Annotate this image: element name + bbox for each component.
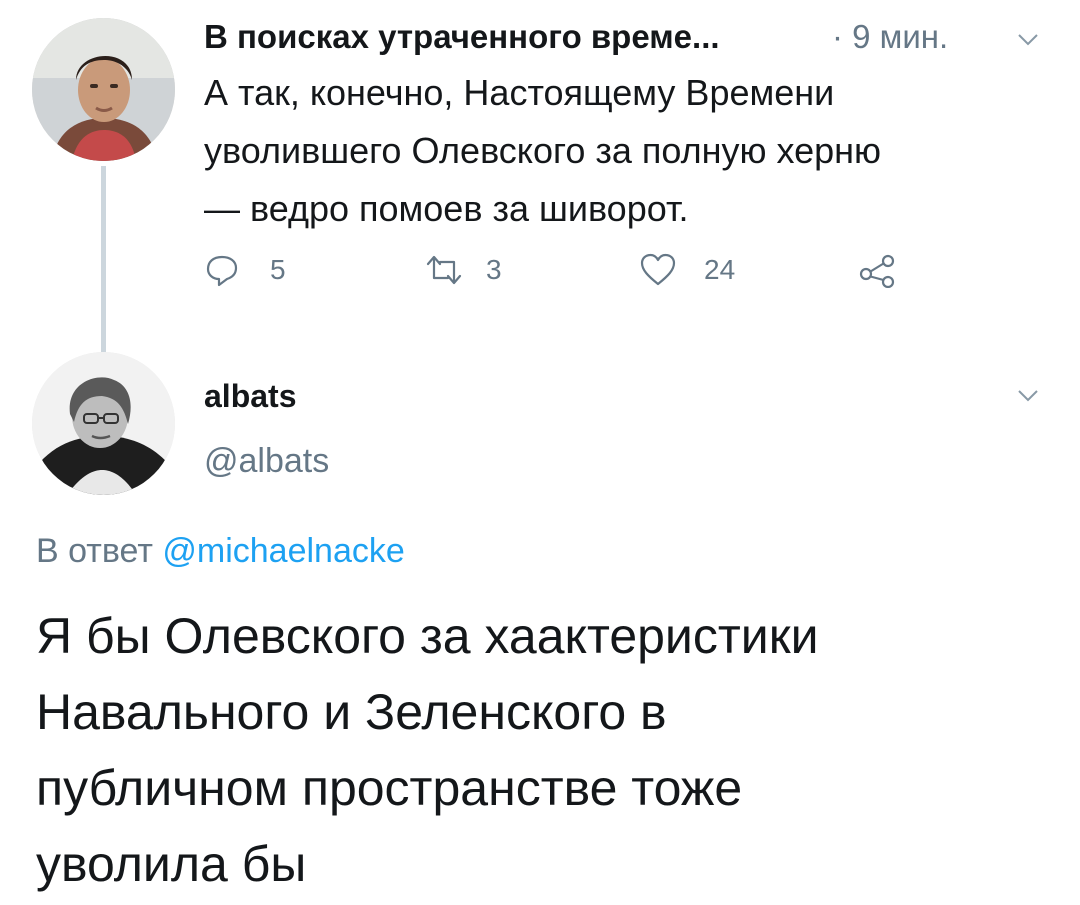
parent-tweet-line: А так, конечно, Настоящему Времени xyxy=(204,72,835,113)
parent-tweet-header: В поисках утраченного време... · 9 мин. xyxy=(204,15,1054,65)
reply-count: 5 xyxy=(270,254,286,285)
parent-tweet-actions: 5 3 24 xyxy=(204,252,924,292)
main-tweet-menu-chevron-icon[interactable] xyxy=(1018,390,1038,402)
main-tweet-line: публичном пространстве тоже xyxy=(36,760,743,816)
main-author-name[interactable]: albats xyxy=(204,378,296,415)
main-tweet-line: уволила бы xyxy=(36,836,307,892)
author-avatar-main[interactable] xyxy=(32,352,175,495)
main-author-handle[interactable]: @albats xyxy=(204,442,329,481)
avatar-photo-woman xyxy=(32,352,175,495)
author-avatar-parent[interactable] xyxy=(32,18,175,161)
parent-tweet-menu-chevron-icon[interactable] xyxy=(1018,34,1038,46)
like-heart-icon[interactable] xyxy=(638,252,678,288)
reply-to-handle-link[interactable]: @michaelnacke xyxy=(162,532,404,570)
main-tweet-line: Я бы Олевского за хаактеристики xyxy=(36,608,819,664)
parent-tweet-text: А так, конечно, Настоящему Времени уволи… xyxy=(204,64,1064,238)
retweet-count: 3 xyxy=(486,254,502,285)
thread-connector-line xyxy=(101,166,106,352)
reply-icon[interactable] xyxy=(204,252,240,288)
parent-tweet-line: уволившего Олевского за полную херню xyxy=(204,130,882,171)
retweet-icon[interactable] xyxy=(422,252,466,288)
parent-timestamp[interactable]: · 9 мин. xyxy=(832,18,948,56)
main-tweet-line: Навального и Зеленского в xyxy=(36,684,667,740)
share-icon[interactable] xyxy=(858,252,898,288)
reply-to-prefix: В ответ xyxy=(36,532,153,570)
avatar-photo-young-man xyxy=(32,18,175,161)
parent-tweet-line: — ведро помоев за шиворот. xyxy=(204,188,689,229)
reply-to-line: В ответ @michaelnacke xyxy=(36,532,405,571)
parent-author-name[interactable]: В поисках утраченного време... xyxy=(204,18,720,56)
main-tweet-text: Я бы Олевского за хаактеристики Навально… xyxy=(36,598,1066,902)
like-count: 24 xyxy=(704,254,736,285)
